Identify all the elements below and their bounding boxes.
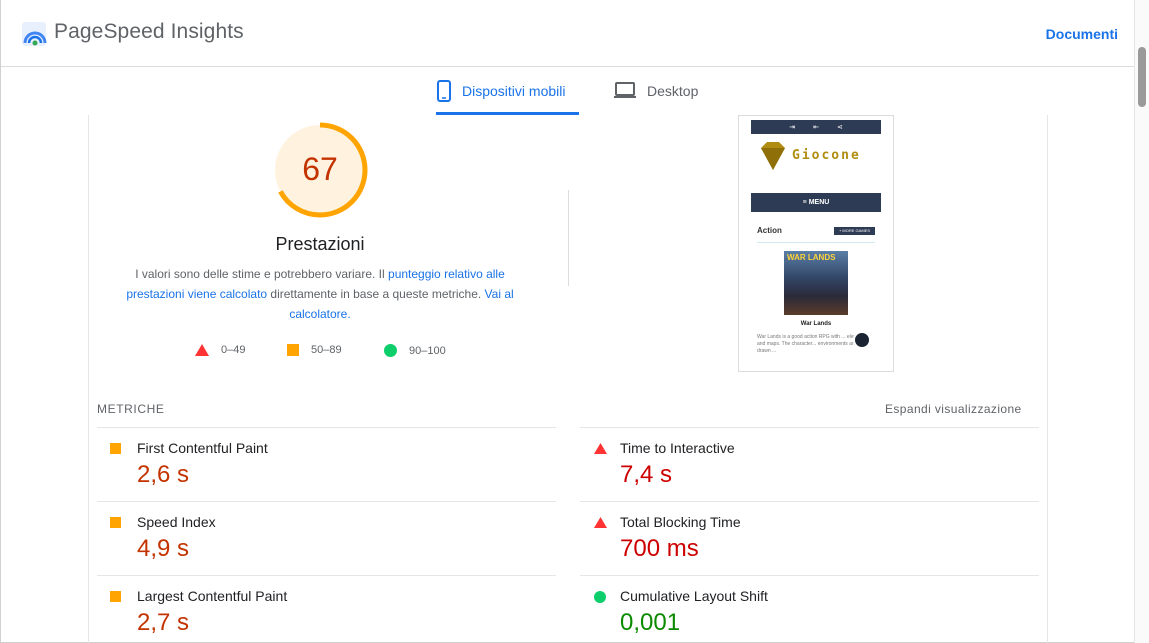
- expand-view-button[interactable]: Espandi visualizzazione: [885, 402, 1022, 416]
- legend-item-average: 50–89: [287, 344, 342, 356]
- metric-value: 2,6 s: [137, 461, 190, 488]
- metric-value: 0,001: [620, 609, 681, 636]
- brand-title: PageSpeed Insights: [54, 20, 244, 43]
- tab-desktop[interactable]: Desktop: [613, 78, 723, 115]
- orange-square-icon: [287, 344, 299, 356]
- legend-range: 0–49: [221, 344, 246, 356]
- logout-icon: ⇤: [813, 124, 819, 131]
- thumb-site-name: Giocone: [792, 148, 861, 163]
- orange-square-icon: [110, 443, 121, 454]
- docs-link[interactable]: Documenti: [1046, 26, 1118, 42]
- desc-text-1: I valori sono delle stime e potrebbero v…: [135, 267, 389, 281]
- tab-desktop-label: Desktop: [647, 83, 699, 99]
- metric-lcp: Largest Contentful Paint 2,7 s: [97, 575, 556, 643]
- desc-text-2: direttamente in base a queste metriche.: [267, 287, 485, 301]
- metric-label: First Contentful Paint: [137, 440, 268, 456]
- metric-label: Largest Contentful Paint: [137, 588, 288, 604]
- laptop-icon: [614, 82, 636, 98]
- green-circle-icon: [384, 344, 397, 357]
- legend-item-pass: 90–100: [384, 344, 446, 357]
- thumb-game-image-label: WAR LANDS: [787, 253, 836, 262]
- orange-square-icon: [110, 517, 121, 528]
- metric-label: Total Blocking Time: [620, 514, 741, 530]
- thumb-game-title: War Lands: [800, 321, 832, 327]
- tab-mobile-label: Dispositivi mobili: [462, 83, 566, 99]
- metric-value: 2,7 s: [137, 609, 190, 636]
- performance-description: I valori sono delle stime e potrebbero v…: [120, 264, 520, 324]
- legend-item-fail: 0–49: [195, 344, 245, 356]
- accessibility-icon: [853, 331, 871, 349]
- legend-range: 90–100: [409, 344, 446, 357]
- thumb-game-text: War Lands is a good action RPG with ... …: [757, 334, 869, 354]
- metric-tbt: Total Blocking Time 700 ms: [580, 501, 1039, 575]
- metric-value: 4,9 s: [137, 535, 190, 562]
- red-triangle-icon: [594, 517, 607, 528]
- share-icon: ⋖: [836, 124, 843, 131]
- thumb-section-title: Action: [757, 226, 782, 235]
- thumb-more-button: + MORE GAMES: [834, 227, 875, 235]
- metric-speed-index: Speed Index 4,9 s: [97, 501, 556, 575]
- green-circle-icon: [594, 591, 606, 603]
- scrollbar-thumb[interactable]: [1138, 47, 1146, 107]
- login-icon: ⇥: [789, 124, 796, 131]
- top-bar: PageSpeed Insights Documenti: [1, 0, 1134, 67]
- metric-tti: Time to Interactive 7,4 s: [580, 427, 1039, 501]
- page-screenshot-thumbnail: ⇥ ⇤ ⋖ Giocone ≡ MENU Action + MORE GAMES…: [738, 115, 894, 372]
- metric-cls: Cumulative Layout Shift 0,001: [580, 575, 1039, 643]
- orange-square-icon: [110, 591, 121, 602]
- metric-fcp: First Contentful Paint 2,6 s: [97, 427, 556, 501]
- metric-label: Cumulative Layout Shift: [620, 588, 768, 604]
- performance-score: 67: [302, 151, 338, 187]
- thumb-menu-bar: ≡ MENU: [751, 193, 881, 212]
- thumb-top-bar: ⇥ ⇤ ⋖: [751, 120, 881, 134]
- thumb-game-image: WAR LANDS: [784, 251, 848, 315]
- diamond-logo-icon: [761, 142, 785, 170]
- red-triangle-icon: [594, 443, 607, 454]
- metric-label: Time to Interactive: [620, 440, 735, 456]
- legend-range: 50–89: [311, 344, 342, 356]
- section-divider: [568, 190, 569, 286]
- metric-label: Speed Index: [137, 514, 216, 530]
- metric-value: 7,4 s: [620, 461, 673, 488]
- performance-title: Prestazioni: [275, 234, 365, 254]
- mobile-phone-icon: [437, 80, 451, 102]
- metrics-title: METRICHE: [97, 402, 165, 416]
- pagespeed-logo-icon: [22, 22, 47, 46]
- metric-value: 700 ms: [620, 535, 699, 562]
- thumb-divider: [757, 242, 875, 243]
- tab-mobile[interactable]: Dispositivi mobili: [436, 78, 579, 115]
- red-triangle-icon: [195, 344, 209, 356]
